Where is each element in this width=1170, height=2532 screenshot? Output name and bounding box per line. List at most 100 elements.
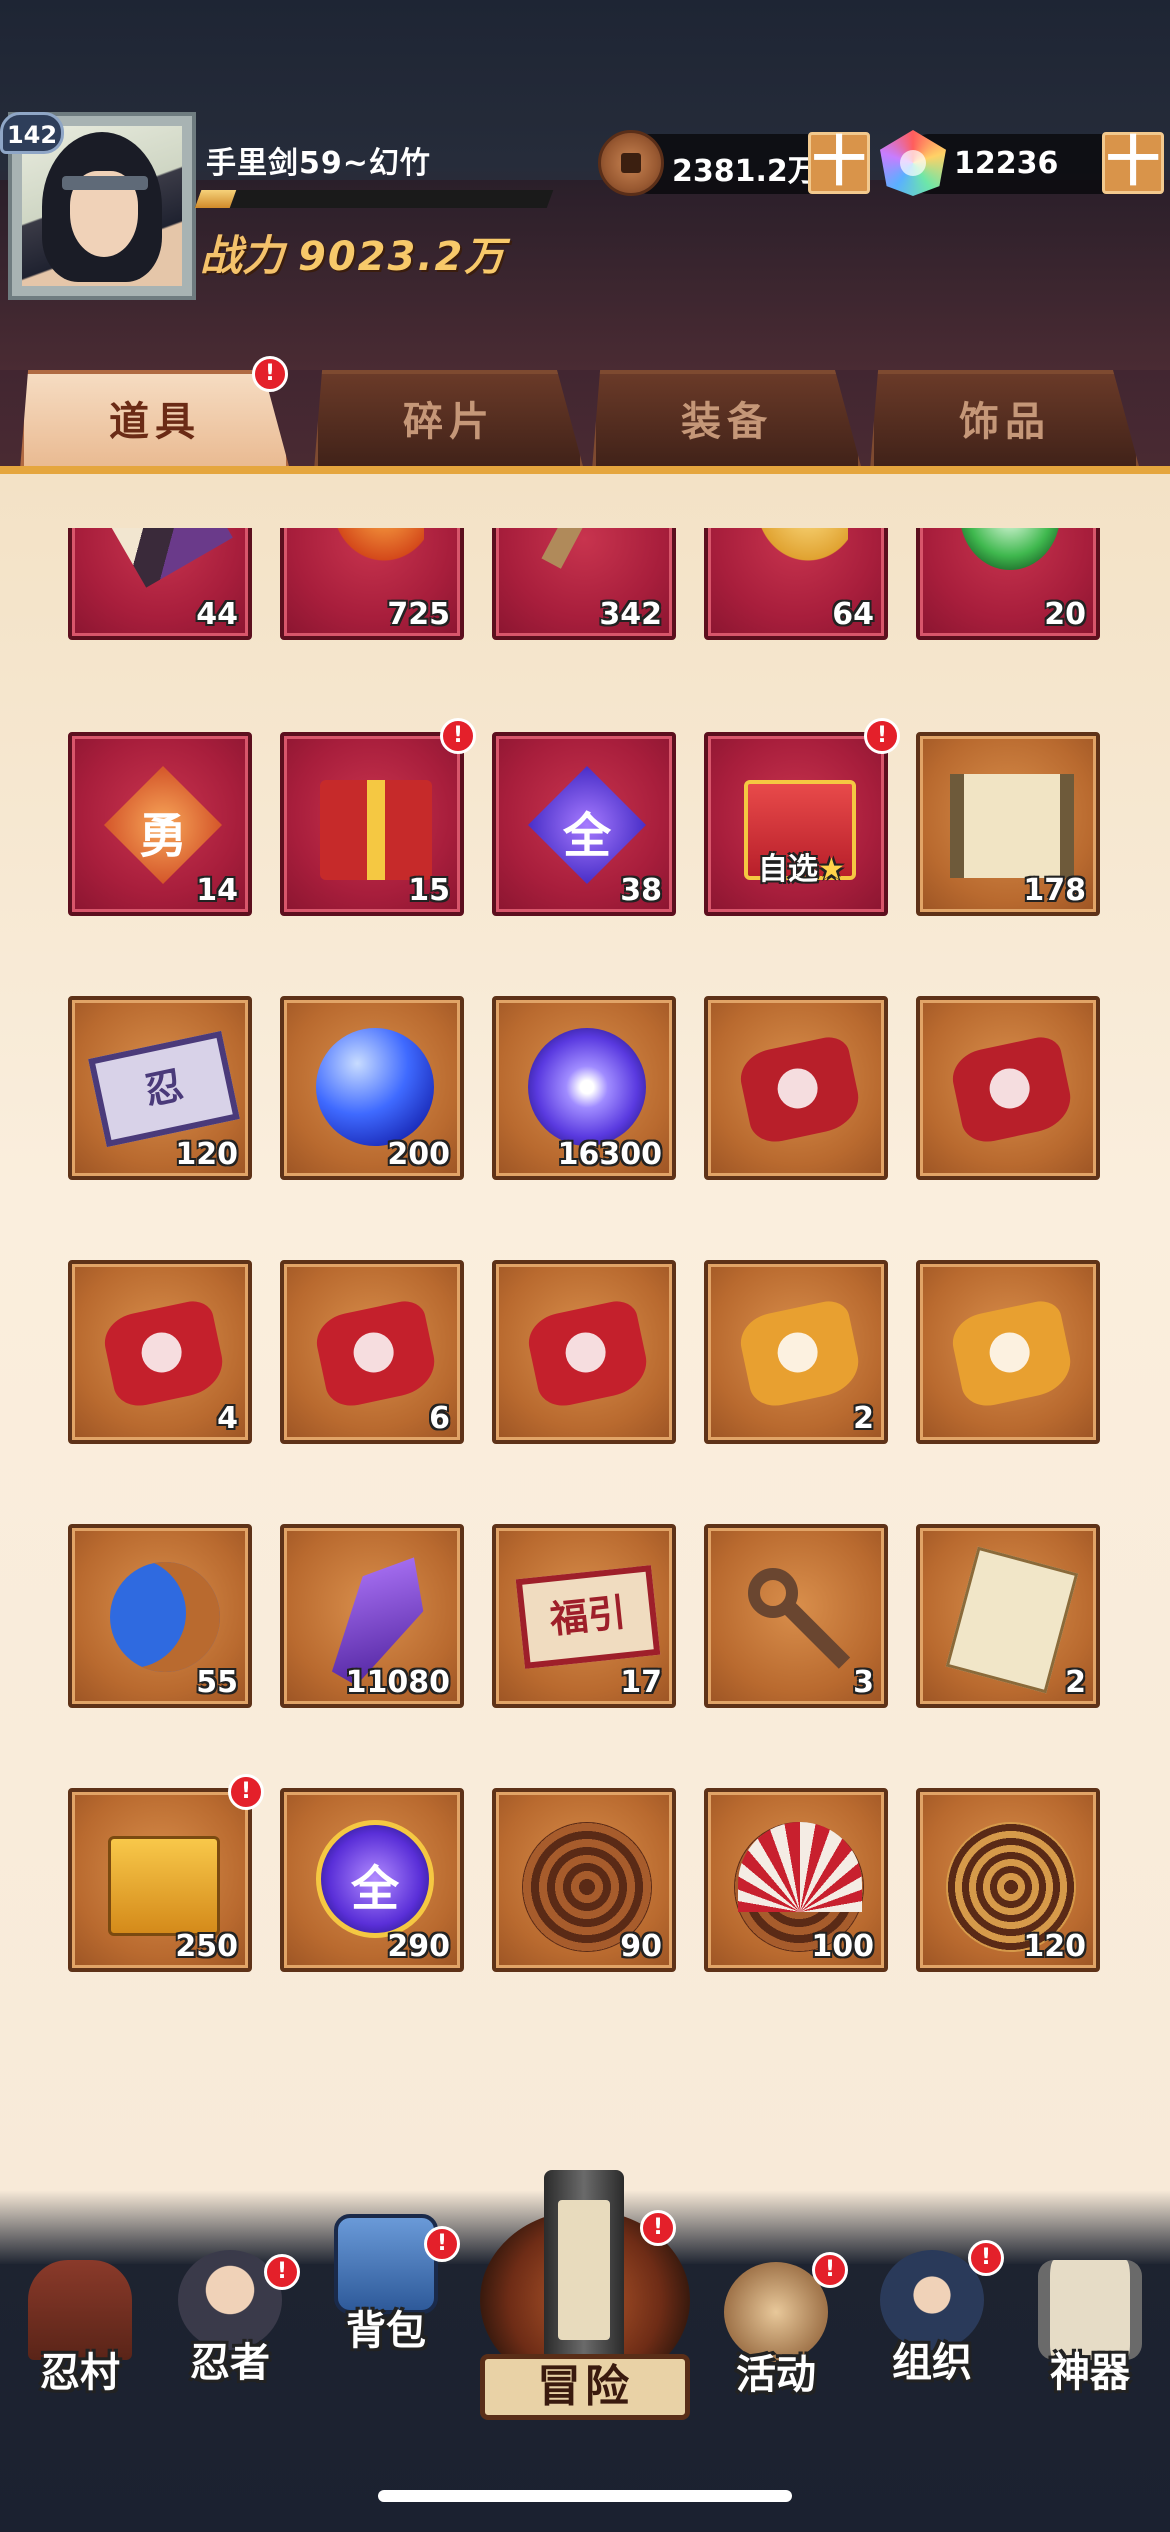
item-slot-red-stone-fist[interactable] — [704, 996, 888, 1180]
add-copper-button[interactable]: 十 — [808, 132, 870, 194]
seal-paper-icon — [945, 1546, 1079, 1694]
red-stone-fist-icon — [735, 1033, 865, 1147]
item-slot-war-fan[interactable]: 100 — [704, 1788, 888, 1972]
all-glyph: 全 — [562, 808, 611, 864]
item-count: 725 — [387, 597, 450, 632]
player-level-badge: 142 — [0, 112, 64, 154]
nav-artifact[interactable]: 神器 — [1010, 2260, 1170, 2420]
item-count: 2 — [1065, 1665, 1086, 1700]
tab-items-alert-icon: ! — [252, 356, 288, 392]
item-slot-feather[interactable]: 725 — [280, 528, 464, 640]
item-slot-blue-moon[interactable]: 55 — [68, 1524, 252, 1708]
nav-adventure[interactable]: 冒险 — [480, 2170, 690, 2420]
selectable-tag: 自选★ — [758, 844, 845, 888]
tab-fragments[interactable]: 碎片 — [314, 370, 584, 470]
all-orb-icon: 全 — [316, 1820, 434, 1938]
item-slot-courage-token[interactable]: 勇 14 — [68, 732, 252, 916]
jade-orb-icon — [960, 528, 1060, 570]
item-slot-kunai-swirl[interactable]: 90 — [492, 1788, 676, 1972]
power-value: 9023.2万 — [298, 234, 507, 280]
item-count: 100 — [811, 1929, 874, 1964]
ninja-card-icon: 忍 — [88, 1030, 240, 1148]
tab-underline — [0, 466, 1170, 474]
item-count: 6 — [429, 1401, 450, 1436]
item-alert-icon: ! — [864, 718, 900, 754]
gem-amount: 12236 — [954, 146, 1059, 181]
item-slot-jade[interactable]: 20 — [916, 528, 1100, 640]
red-stone-burst-icon — [99, 1297, 229, 1411]
item-count: 38 — [620, 873, 662, 908]
home-indicator[interactable] — [378, 2490, 792, 2502]
item-slot-rope[interactable]: 120 — [916, 1788, 1100, 1972]
item-slot-stick[interactable]: 342 — [492, 528, 676, 640]
avatar-headband — [62, 176, 148, 190]
item-count: 3 — [853, 1665, 874, 1700]
item-slot-purple-orb[interactable]: 16300 — [492, 996, 676, 1180]
item-slot-gold-stone-flame[interactable]: 2 — [704, 1260, 888, 1444]
item-slot-purple-crystal[interactable]: 11080 — [280, 1524, 464, 1708]
item-slot-scroll[interactable]: 44 — [68, 528, 252, 640]
item-slot-lottery-banner[interactable]: 福引 17 — [492, 1524, 676, 1708]
purple-orb-icon — [528, 1028, 646, 1146]
nav-ninja-label: 忍者 — [190, 2340, 270, 2386]
nav-bag-alert-icon: ! — [424, 2226, 460, 2262]
nav-adventure-label: 冒险 — [480, 2354, 690, 2420]
item-count: 178 — [1023, 873, 1086, 908]
copper-coin-icon — [598, 130, 664, 196]
item-slot-seal-paper[interactable]: 2 — [916, 1524, 1100, 1708]
add-gem-button[interactable]: 十 — [1102, 132, 1164, 194]
inventory-grid: 44 725 342 64 20 勇 14 15 ! 全 38 自选★ ! 17… — [0, 528, 1170, 2128]
item-slot-key[interactable]: 3 — [704, 1524, 888, 1708]
item-slot-selectable-box[interactable]: 自选★ ! — [704, 718, 900, 916]
item-count: 20 — [1044, 597, 1086, 632]
item-slot-gold-stone-swirl[interactable] — [916, 1260, 1100, 1444]
lottery-banner-icon: 福引 — [515, 1565, 661, 1669]
tab-accessories[interactable]: 饰品 — [870, 370, 1140, 470]
item-slot-gold-box[interactable]: 250 ! — [68, 1774, 264, 1972]
item-count: 120 — [175, 1137, 238, 1172]
nav-artifact-label: 神器 — [1050, 2350, 1130, 2396]
tab-items[interactable]: 道具 — [20, 370, 290, 470]
player-name: 手里剑59~幻竹 — [206, 146, 431, 181]
item-slot-all-token[interactable]: 全 38 — [492, 732, 676, 916]
item-slot-red-stone-flame[interactable] — [916, 996, 1100, 1180]
gold-stone-flame-icon — [735, 1297, 865, 1411]
tab-equipment[interactable]: 装备 — [592, 370, 862, 470]
item-slot-blue-orb[interactable]: 200 — [280, 996, 464, 1180]
nav-organization-alert-icon: ! — [968, 2240, 1004, 2276]
item-slot-map-scroll[interactable]: 178 — [916, 732, 1100, 916]
item-count: 17 — [620, 1665, 662, 1700]
golden-feather-icon — [748, 528, 848, 570]
adventure-scroll-icon — [544, 2170, 624, 2370]
stick-icon — [541, 528, 613, 569]
nav-event-label: 活动 — [736, 2352, 816, 2398]
scroll-icon — [91, 528, 233, 588]
item-slot-golden-feather[interactable]: 64 — [704, 528, 888, 640]
item-count: 290 — [387, 1929, 450, 1964]
item-count: 2 — [853, 1401, 874, 1436]
key-shaft — [778, 1596, 851, 1669]
all-token-icon: 全 — [528, 766, 646, 884]
item-slot-ninja-card[interactable]: 忍 120 — [68, 996, 252, 1180]
power-label: 战力 — [200, 231, 285, 280]
item-count: 16300 — [557, 1137, 662, 1172]
item-slot-all-orb[interactable]: 全 290 — [280, 1788, 464, 1972]
item-slot-red-stone-target[interactable]: 6 — [280, 1260, 464, 1444]
star-icon: ★ — [818, 852, 845, 887]
item-count: 250 — [175, 1929, 238, 1964]
item-count: 11080 — [345, 1665, 450, 1700]
item-slot-gift-box[interactable]: 15 ! — [280, 718, 476, 916]
item-alert-icon: ! — [228, 1774, 264, 1810]
copper-amount: 2381.2万 — [672, 154, 818, 189]
item-slot-red-stone-eye[interactable] — [492, 1260, 676, 1444]
item-count: 90 — [620, 1929, 662, 1964]
selectable-tag-text: 自选 — [758, 852, 818, 887]
exp-bar — [194, 190, 554, 208]
nav-village[interactable]: 忍村 — [0, 2260, 160, 2420]
all-orb-glyph: 全 — [350, 1861, 399, 1917]
nav-village-label: 忍村 — [40, 2350, 120, 2396]
courage-glyph: 勇 — [138, 808, 187, 864]
item-slot-red-stone-burst[interactable]: 4 — [68, 1260, 252, 1444]
red-stone-flame-icon — [947, 1033, 1077, 1147]
courage-token-icon: 勇 — [104, 766, 222, 884]
